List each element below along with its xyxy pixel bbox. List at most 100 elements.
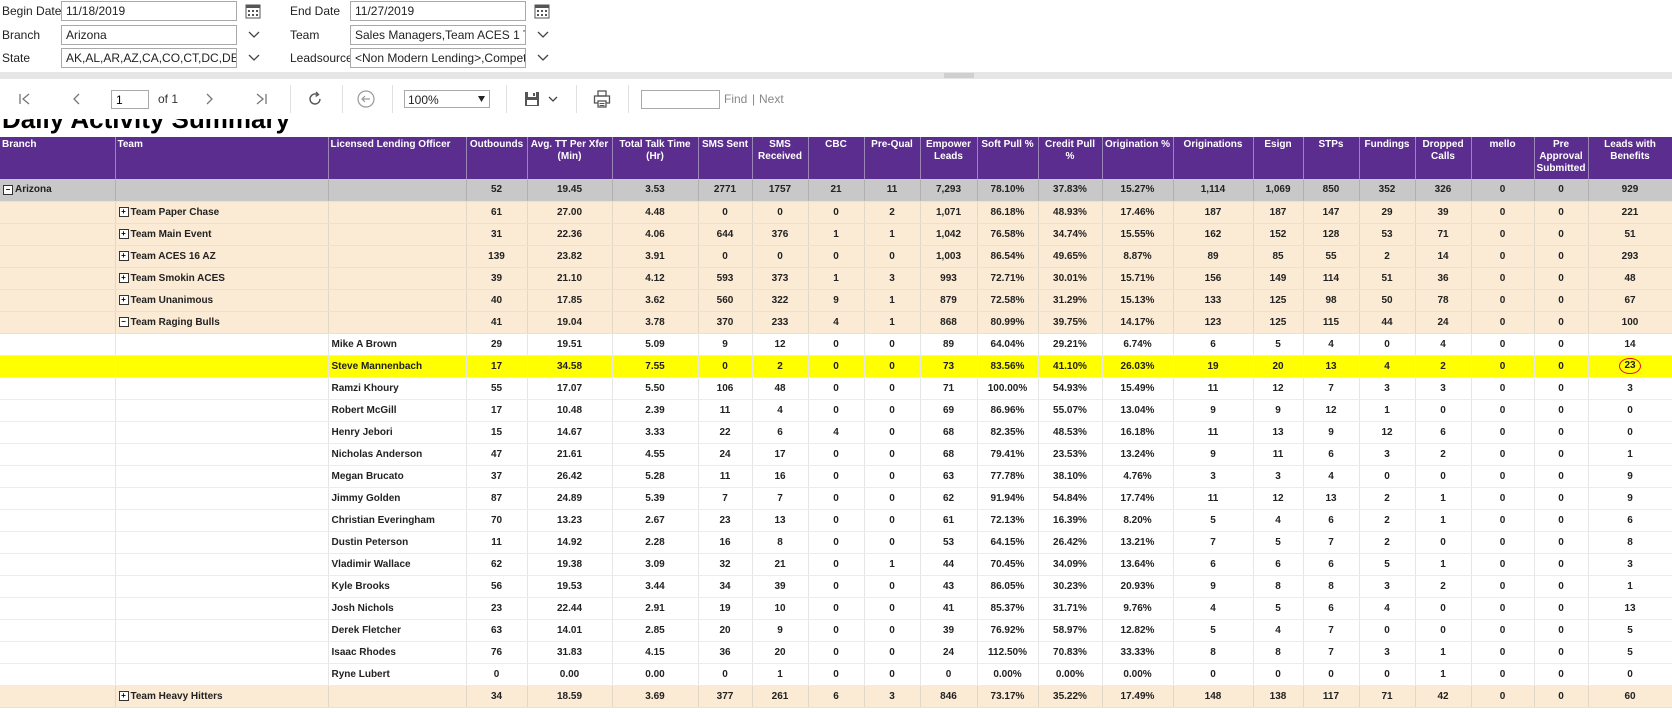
cell-value: 49.65% <box>1053 250 1087 262</box>
value-cell: 70.45% <box>977 553 1039 576</box>
team-cell <box>115 663 329 686</box>
cell-value: 13.23 <box>556 514 583 526</box>
value-cell: 3 <box>1253 465 1304 488</box>
cell-value: 4.48 <box>645 206 665 218</box>
team-name: Team Paper Chase <box>130 206 220 218</box>
expand-icon[interactable]: + <box>118 206 129 217</box>
value-cell: 43 <box>920 575 978 598</box>
cell-value: 221 <box>1621 206 1639 218</box>
value-cell: 35.22% <box>1038 685 1103 708</box>
branch-cell <box>0 267 116 290</box>
cell-value: 0 <box>889 602 895 614</box>
column-header: SMS Received <box>752 137 809 179</box>
first-page-button[interactable] <box>14 79 36 119</box>
state-select[interactable]: AK,AL,AR,AZ,CA,CO,CT,DC,DE,FL,GA <box>61 48 237 68</box>
export-button[interactable] <box>520 79 562 119</box>
value-cell: 61 <box>466 201 528 224</box>
chevron-down-icon[interactable] <box>537 31 549 39</box>
parameter-splitter[interactable] <box>0 72 1672 79</box>
cell-value: 19.38 <box>556 558 583 570</box>
value-cell: 15.49% <box>1102 377 1174 400</box>
cell-value: 0 <box>833 206 839 218</box>
chevron-down-icon[interactable] <box>248 31 260 39</box>
cell-value: 4 <box>1328 470 1334 482</box>
find-input[interactable] <box>641 90 720 109</box>
cell-value: 0 <box>1384 624 1390 636</box>
begin-date-input[interactable]: 11/18/2019 <box>61 1 237 21</box>
branch-select[interactable]: Arizona <box>61 25 237 45</box>
value-cell: 70 <box>466 509 528 532</box>
value-cell: 3 <box>1359 575 1416 598</box>
chevron-down-icon[interactable] <box>248 54 260 62</box>
cell-value: 1 <box>1627 580 1633 592</box>
calendar-icon[interactable] <box>534 3 550 19</box>
back-button[interactable] <box>353 79 379 119</box>
value-cell: 8 <box>1303 575 1360 598</box>
cell-value: 1 <box>1440 558 1446 570</box>
value-cell: 11 <box>698 399 753 422</box>
officer-cell: Ryne Lubert <box>328 663 467 686</box>
value-cell: 7.55 <box>612 355 699 378</box>
cell-value: 34.09% <box>1053 558 1087 570</box>
zoom-select[interactable]: 100% <box>404 90 490 108</box>
value-cell: 4 <box>1359 597 1416 620</box>
team-select[interactable]: Sales Managers,Team ACES 1 TN,Te <box>350 25 526 45</box>
cell-value: 929 <box>1621 184 1639 196</box>
value-cell: 0 <box>1415 531 1472 554</box>
value-cell: 11 <box>1173 377 1254 400</box>
value-cell: 0 <box>1534 245 1589 268</box>
value-cell: 39.75% <box>1038 311 1103 334</box>
value-cell: 76.58% <box>977 223 1039 246</box>
value-cell: 11 <box>1253 443 1304 466</box>
value-cell: 63 <box>466 619 528 642</box>
value-cell: 1 <box>864 311 921 334</box>
cell-value: 6 <box>1328 602 1334 614</box>
cell-value: 16 <box>719 536 731 548</box>
value-cell: 26.03% <box>1102 355 1174 378</box>
cell-value: 0.00% <box>1055 668 1085 680</box>
chevron-down-icon[interactable] <box>537 54 549 62</box>
cell-value: 39.75% <box>1053 316 1087 328</box>
cell-value: 9.76% <box>1123 602 1152 614</box>
page-number-input[interactable] <box>111 90 149 109</box>
value-cell: 17.85 <box>527 289 613 312</box>
cell-value: 0 <box>1558 470 1564 482</box>
expand-icon[interactable]: + <box>118 250 129 261</box>
collapse-icon[interactable]: − <box>118 316 129 327</box>
end-date-input[interactable]: 11/27/2019 <box>350 1 526 21</box>
team-label: Team <box>290 28 320 42</box>
cell-value: 8 <box>1210 646 1216 658</box>
collapse-icon[interactable]: − <box>3 184 13 195</box>
calendar-icon[interactable] <box>245 3 261 19</box>
team-cell: + Team Paper Chase <box>115 201 329 224</box>
value-cell: 0 <box>1359 465 1416 488</box>
branch-cell <box>0 597 116 620</box>
next-link[interactable]: Next <box>759 92 784 106</box>
value-cell: 115 <box>1303 311 1360 334</box>
cell-value: 73 <box>942 360 955 372</box>
value-cell: 19.51 <box>527 333 613 356</box>
value-cell: 11 <box>864 179 921 202</box>
expand-icon[interactable]: + <box>118 272 129 283</box>
refresh-button[interactable] <box>302 79 328 119</box>
value-cell: 0 <box>698 201 753 224</box>
officer-row: Kyle Brooks 56 19.53 3.44 34 39 0 0 43 86.05% 30.2… <box>0 575 1672 598</box>
officer-cell <box>328 179 467 202</box>
previous-page-button[interactable] <box>66 79 88 119</box>
value-cell: 34.09% <box>1038 553 1103 576</box>
last-page-button[interactable] <box>250 79 272 119</box>
cell-value: 89 <box>942 338 955 350</box>
find-link[interactable]: Find <box>724 92 747 106</box>
leadsource-select[interactable]: <Non Modern Lending>,Competito <box>350 48 526 68</box>
print-button[interactable] <box>589 79 615 119</box>
expand-icon[interactable]: + <box>118 690 129 701</box>
value-cell: 13.21% <box>1102 531 1174 554</box>
cell-value: 23.53% <box>1053 448 1087 460</box>
expand-icon[interactable]: + <box>118 228 129 239</box>
branch-cell <box>0 421 116 444</box>
collapse-handle[interactable] <box>944 73 974 78</box>
value-cell: 6 <box>1173 333 1254 356</box>
expand-icon[interactable]: + <box>118 294 129 305</box>
next-page-button[interactable] <box>198 79 220 119</box>
cell-value: 3 <box>1384 382 1390 394</box>
